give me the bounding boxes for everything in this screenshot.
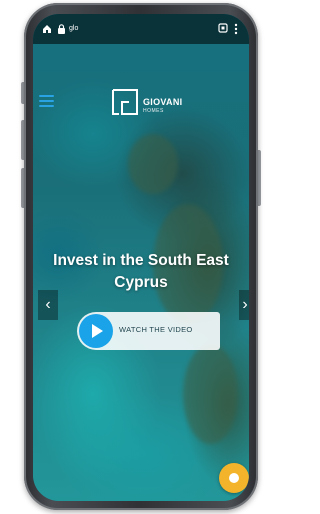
more-vert-icon[interactable] — [234, 23, 238, 35]
logo-name: GIOVANI — [143, 97, 183, 107]
hamburger-line — [39, 95, 54, 97]
chat-button[interactable] — [219, 463, 249, 493]
hamburger-line — [39, 105, 54, 107]
stage: glo GIOVANI HOMES Invest in the South Ea… — [0, 0, 279, 514]
logo-mark-icon — [112, 89, 138, 115]
hero-title: Invest in the South East Cyprus — [53, 252, 229, 291]
chat-icon — [229, 473, 239, 483]
home-icon[interactable] — [42, 24, 52, 34]
url-text[interactable]: glo — [69, 24, 78, 34]
tabs-icon[interactable] — [218, 23, 228, 33]
hamburger-line — [39, 100, 54, 102]
reef-shape — [128, 134, 178, 194]
watch-video-label: WATCH THE VIDEO — [119, 325, 193, 334]
play-icon — [92, 324, 103, 338]
reef-shape — [183, 344, 238, 444]
watch-video-button[interactable]: WATCH THE VIDEO — [77, 312, 220, 350]
logo-subtitle: HOMES — [143, 108, 164, 114]
site-logo[interactable]: GIOVANI HOMES — [110, 87, 206, 121]
play-button[interactable] — [79, 314, 113, 348]
slider-prev-button[interactable]: ‹ — [38, 290, 58, 320]
slider-next-button[interactable]: › — [239, 290, 249, 320]
lock-icon — [58, 24, 65, 34]
browser-bar: glo — [33, 14, 249, 44]
phone-screen: glo GIOVANI HOMES Invest in the South Ea… — [33, 14, 249, 501]
hamburger-icon[interactable] — [39, 95, 54, 107]
